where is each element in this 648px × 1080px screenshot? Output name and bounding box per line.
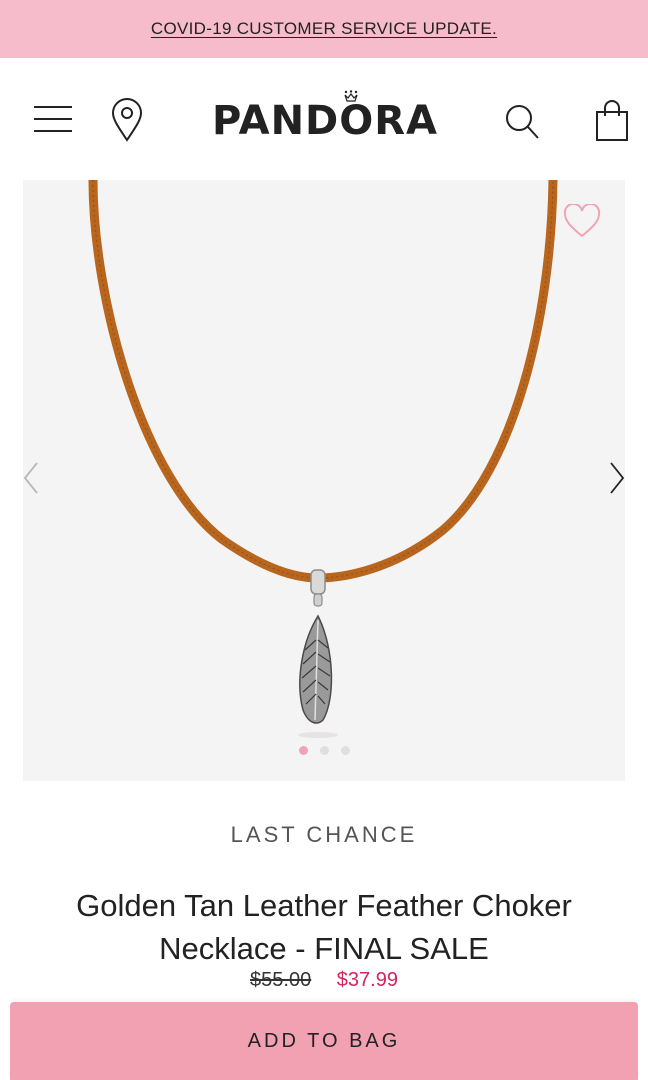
slide-indicator <box>23 746 625 758</box>
site-header: PANDORA <box>0 58 648 180</box>
promo-banner: COVID-19 CUSTOMER SERVICE UPDATE. <box>0 0 648 58</box>
covid-update-link[interactable]: COVID-19 CUSTOMER SERVICE UPDATE. <box>151 19 497 39</box>
product-image <box>88 180 558 738</box>
slide-dot[interactable] <box>298 746 308 755</box>
menu-icon[interactable] <box>33 104 73 134</box>
heart-outline-icon[interactable] <box>563 202 601 240</box>
price-row: $55.00 $37.99 <box>0 969 648 992</box>
search-icon[interactable] <box>503 102 541 142</box>
slide-dot[interactable] <box>340 746 350 755</box>
slide-dot[interactable] <box>319 746 329 755</box>
crown-icon <box>344 90 358 102</box>
chevron-left-icon[interactable] <box>23 460 43 496</box>
chevron-right-icon[interactable] <box>607 460 625 496</box>
product-gallery[interactable] <box>23 180 625 781</box>
logo-text: PANDORA <box>211 98 439 144</box>
sale-price: $37.99 <box>336 969 398 991</box>
add-to-bag-button[interactable]: ADD TO BAG <box>10 1002 638 1080</box>
last-chance-badge: LAST CHANCE <box>230 822 418 847</box>
product-title: Golden Tan Leather Feather Choker Neckla… <box>76 888 572 966</box>
pandora-logo[interactable]: PANDORA <box>209 90 441 144</box>
shopping-bag-icon[interactable] <box>594 100 630 142</box>
location-pin-icon[interactable] <box>110 98 144 142</box>
original-price: $55.00 <box>250 969 312 991</box>
